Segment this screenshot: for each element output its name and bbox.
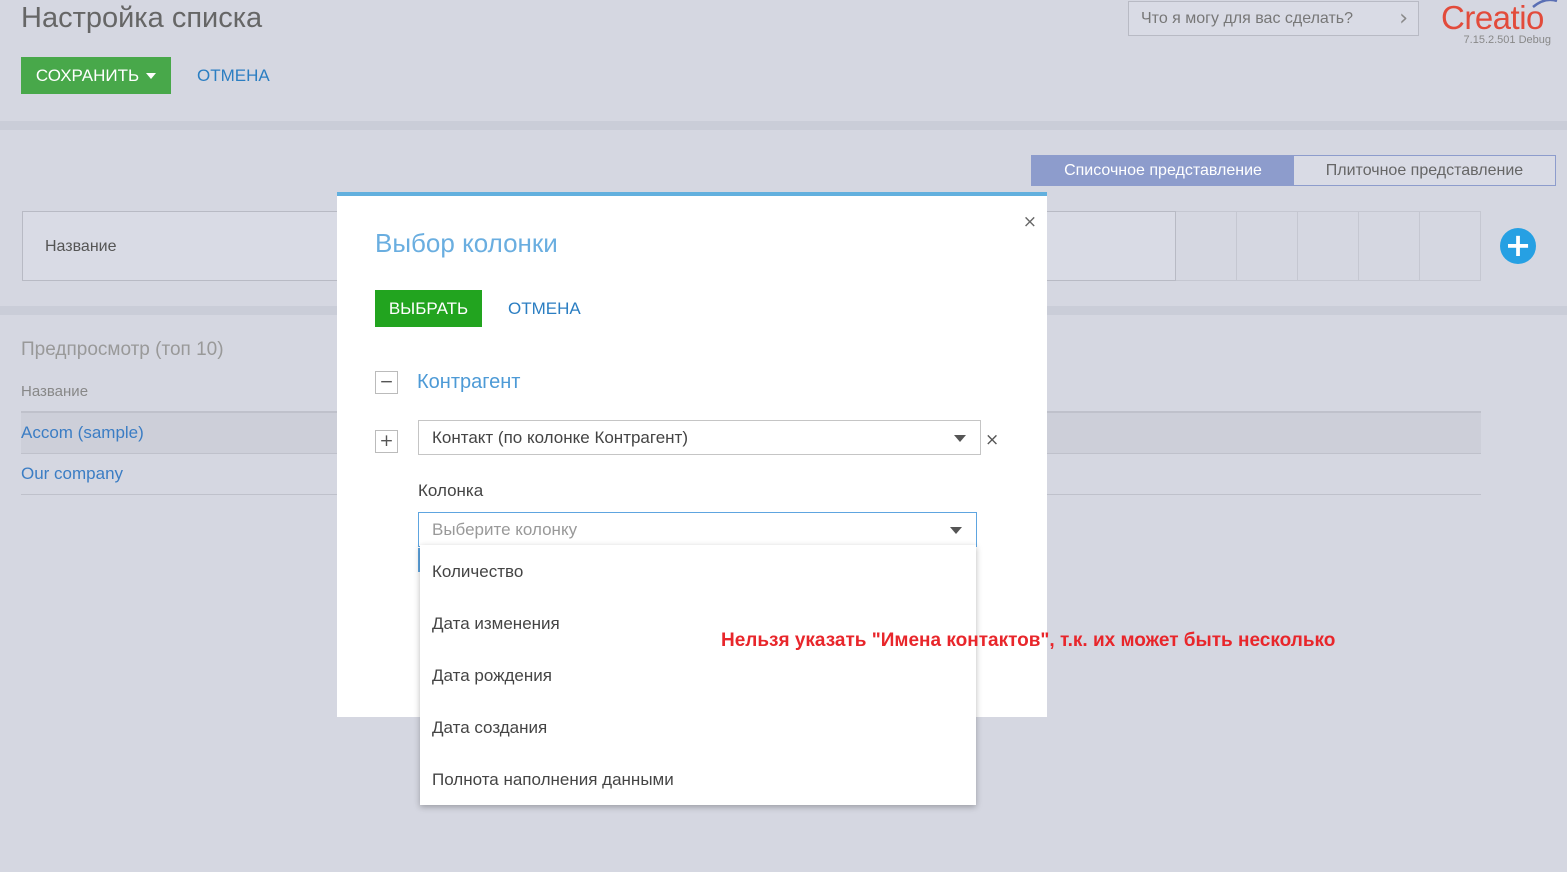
preview-column-header: Название	[21, 383, 89, 400]
search-placeholder: Что я могу для вас сделать?	[1141, 9, 1354, 27]
expand-button[interactable]: +	[375, 430, 398, 453]
command-line-input[interactable]: Что я могу для вас сделать? ›	[1128, 1, 1419, 36]
creatio-logo: Creatio 7.15.2.501 Debug	[1441, 0, 1561, 46]
tile-view-button[interactable]: Плиточное представление	[1294, 156, 1555, 185]
empty-column-cell[interactable]	[1176, 211, 1237, 281]
close-icon[interactable]: ×	[1023, 212, 1037, 232]
dropdown-option[interactable]: Полнота наполнения данными	[432, 770, 674, 790]
annotation-note: Нельзя указать "Имена контактов", т.к. и…	[721, 630, 1336, 651]
choose-button[interactable]: ВЫБРАТЬ	[375, 290, 482, 327]
dropdown-arrow-icon	[950, 527, 962, 534]
view-toggle: Списочное представление Плиточное предст…	[1031, 155, 1556, 186]
dropdown-option[interactable]: Дата рождения	[432, 666, 552, 686]
dialog-cancel-button[interactable]: ОТМЕНА	[508, 299, 581, 319]
dropdown-option[interactable]: Дата изменения	[432, 614, 560, 634]
dropdown-option[interactable]: Количество	[432, 562, 523, 582]
column-select-placeholder: Выберите колонку	[432, 519, 578, 539]
group-title: Контрагент	[417, 371, 521, 393]
version-label: 7.15.2.501 Debug	[1463, 34, 1551, 46]
empty-column-cell[interactable]	[1420, 211, 1481, 281]
preview-row-link[interactable]: Our company	[21, 464, 123, 484]
column-field-label: Колонка	[418, 481, 484, 500]
remove-path-icon[interactable]: ×	[985, 430, 999, 450]
list-view-button[interactable]: Списочное представление	[1032, 156, 1294, 185]
empty-column-cell[interactable]	[1298, 211, 1359, 281]
section-divider	[0, 121, 1567, 130]
logo-text: Creatio	[1441, 0, 1544, 36]
save-button[interactable]: СОХРАНИТЬ	[21, 57, 171, 94]
column-name-label[interactable]: Название	[45, 238, 117, 256]
path-select-value: Контакт (по колонке Контрагент)	[432, 427, 689, 447]
preview-title: Предпросмотр (топ 10)	[21, 339, 224, 360]
empty-column-cell[interactable]	[1359, 211, 1420, 281]
save-button-label: СОХРАНИТЬ	[35, 65, 140, 85]
logo-swoosh-icon	[1532, 0, 1558, 8]
dropdown-option[interactable]: Дата создания	[432, 718, 547, 738]
add-column-button[interactable]: +	[1500, 228, 1536, 264]
collapse-group-button[interactable]: −	[375, 371, 398, 394]
chevron-right-icon[interactable]: ›	[1399, 6, 1408, 31]
preview-row-link[interactable]: Accom (sample)	[21, 423, 144, 443]
chevron-down-icon	[146, 72, 157, 79]
cancel-button[interactable]: ОТМЕНА	[197, 66, 270, 86]
path-select[interactable]: Контакт (по колонке Контрагент)	[418, 420, 981, 455]
column-dropdown-list: Количество Дата изменения Дата рождения …	[420, 545, 976, 805]
dialog-title: Выбор колонки	[375, 228, 558, 258]
dropdown-arrow-icon	[954, 435, 966, 442]
column-select[interactable]: Выберите колонку	[418, 512, 977, 547]
empty-column-cells	[1176, 211, 1481, 281]
empty-column-cell[interactable]	[1237, 211, 1298, 281]
page-title: Настройка списка	[21, 2, 263, 34]
